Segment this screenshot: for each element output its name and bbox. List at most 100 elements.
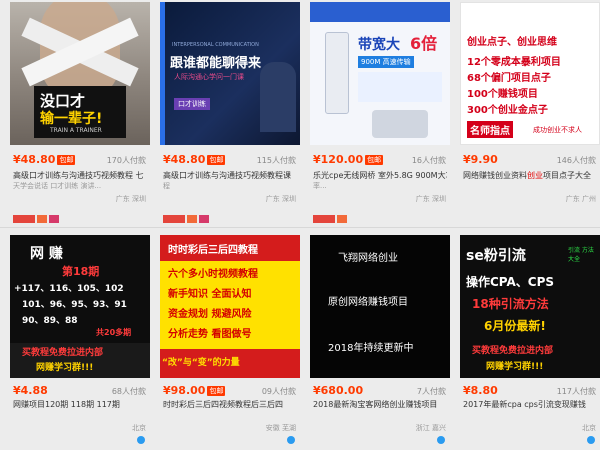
product-card[interactable]: 没口才 输一辈子! TRAIN A TRAINER ¥48.80 包邮 170人付… [10,2,150,223]
wangwang-chat-icon[interactable] [287,436,295,444]
free-shipping-tag: 包邮 [207,386,226,396]
product-price: ¥8.80 [463,384,498,397]
thumb-line: 100个赚钱项目 [467,89,538,100]
seller-location: 安徽 芜湖 [265,424,296,432]
thumb-caption: 网赚学习群!!! [486,362,544,372]
seller-location: 北京 [132,424,146,432]
thumb-line: 300个创业金点子 [467,105,548,116]
row-divider [0,227,600,228]
thumb-subline: 输一辈子! [40,111,103,127]
product-title[interactable]: 网络赚钱创业资料创业项目点子大全 [463,170,597,181]
thumb-headline: 带宽大 [358,37,400,53]
thumb-caption: 口才训练 [174,98,210,110]
thumb-caption: 900M 高速传输 [358,56,414,68]
thumb-headline: 网 赚 [30,246,63,262]
free-shipping-tag: 包邮 [365,155,384,165]
thumb-line: 第18期 [62,265,100,278]
product-card[interactable]: 飞翔网络创业 原创网络赚钱项目 2018年持续更新中 ¥680.00 7人付款 … [310,235,450,450]
product-thumbnail[interactable]: 创业点子、创业思维 12个零成本暴利项目 68个偏门项目点子 100个赚钱项目 … [460,2,600,145]
thumb-line: 原创网络赚钱项目 [328,297,408,308]
product-title-cont[interactable]: 程 [163,181,297,191]
sales-count: 16人付款 [411,156,446,165]
product-title[interactable]: 2017年最新cpa cps引流变现赚钱 [463,399,597,410]
thumb-line: 12个零成本暴利项目 [467,57,561,68]
product-card[interactable]: se粉引流 引流 方法大全 操作CPA、CPS 18种引流方法 6月份最新! 买… [460,235,600,450]
seller-location: 广东 深圳 [265,195,296,203]
thumb-headline: se粉引流 [466,248,526,264]
badge-icon [37,215,47,223]
product-thumbnail[interactable]: 飞翔网络创业 原创网络赚钱项目 2018年持续更新中 [310,235,450,378]
thumb-line: +117、116、105、102 [14,284,124,294]
wangwang-chat-icon[interactable] [437,436,445,444]
thumb-headline: 飞翔网络创业 [338,253,398,264]
thumb-caption: 买教程免费拉进内部 [22,348,104,358]
thumb-caption: 网赚学习群!!! [36,363,94,373]
product-title[interactable]: 乐光cpe无线网桥 室外5.8G 900M大功 [313,170,447,181]
product-title[interactable]: 时时彩后三后四视频教程后三后四 [163,399,297,410]
thumb-subline: 人际沟通心学问一门课 [174,73,244,81]
product-price: ¥680.00 [313,384,364,397]
product-price: ¥120.00 包邮 [313,153,384,166]
seller-location: 广东 广州 [565,195,596,203]
wangwang-chat-icon[interactable] [137,436,145,444]
product-thumbnail[interactable]: se粉引流 引流 方法大全 操作CPA、CPS 18种引流方法 6月份最新! 买… [460,235,600,378]
thumb-line: 操作CPA、CPS [466,275,555,289]
product-title-cont[interactable]: 率... [313,181,447,191]
product-card[interactable]: 网 赚 第18期 +117、116、105、102 101、96、95、93、9… [10,235,150,450]
badge-icon [337,215,347,223]
title-highlight: 创业 [527,171,543,180]
product-card[interactable]: 创业点子、创业思维 12个零成本暴利项目 68个偏门项目点子 100个赚钱项目 … [460,2,600,222]
service-badges [13,208,61,223]
sales-count: 7人付款 [416,387,446,396]
product-thumbnail[interactable]: 时时彩后三后四教程 六个多小时视频教程 新手知识 全面认知 资金规划 规避风险 … [160,235,300,378]
product-price: ¥4.88 [13,384,48,397]
product-card[interactable]: INTERPERSONAL COMMUNICATION 跟谁都能聊得来 人际沟通… [160,2,300,223]
thumb-caption: “改”与“变”的力量 [162,358,240,368]
thumb-caption: TRAIN A TRAINER [50,127,102,134]
seller-location: 浙江 嘉兴 [415,424,446,432]
thumb-line: 68个偏门项目点子 [467,73,551,84]
thumb-headline: 创业点子、创业思维 [467,37,557,48]
product-price: ¥48.80 包邮 [13,153,76,166]
product-title[interactable]: 高级口才训练与沟通技巧视频教程 七 [13,170,147,181]
thumb-line: 101、96、95、93、91 [22,300,127,310]
product-price: ¥48.80 包邮 [163,153,226,166]
thumb-line: 共20多期 [96,328,132,337]
badge-icon [13,215,35,223]
title-text: 项目点子大全 [543,171,591,180]
service-badges [313,208,349,223]
product-thumbnail[interactable]: 没口才 输一辈子! TRAIN A TRAINER [10,2,150,145]
sales-count: 68人付款 [111,387,146,396]
product-card[interactable]: 带宽大 6倍 900M 高速传输 ¥120.00 包邮 16人付款 乐光cpe无线… [310,2,450,223]
product-thumbnail[interactable]: 带宽大 6倍 900M 高速传输 [310,2,450,145]
thumb-tag: 引流 方法大全 [568,247,594,263]
thumb-line: 分析走势 看图做号 [168,329,252,340]
thumb-header: INTERPERSONAL COMMUNICATION [172,42,259,48]
sales-count: 170人付款 [106,156,146,165]
product-grid: 没口才 输一辈子! TRAIN A TRAINER ¥48.80 包邮 170人付… [0,0,600,450]
thumb-line: 6月份最新! [484,319,546,333]
thumb-caption: 买教程免费拉进内部 [472,346,554,356]
free-shipping-tag: 包邮 [57,155,76,165]
product-title[interactable]: 2018最新淘宝客网络创业赚钱项目 [313,399,447,410]
product-card[interactable]: 时时彩后三后四教程 六个多小时视频教程 新手知识 全面认知 资金规划 规避风险 … [160,235,300,450]
wangwang-chat-icon[interactable] [587,436,595,444]
product-price: ¥98.00 包邮 [163,384,226,397]
thumb-headline: 时时彩后三后四教程 [168,245,258,256]
thumb-line: 90、89、88 [22,316,78,326]
thumb-caption: 名师指点 [467,121,513,138]
product-title-cont[interactable]: 天学会说话 口才训练 演讲... [13,181,147,191]
service-badges [163,208,211,223]
title-text: 网络赚钱创业资料 [463,171,527,180]
thumb-line: 新手知识 全面认知 [168,289,252,300]
sales-count: 09人付款 [261,387,296,396]
product-thumbnail[interactable]: INTERPERSONAL COMMUNICATION 跟谁都能聊得来 人际沟通… [160,2,300,145]
thumb-line: 六个多小时视频教程 [168,269,258,280]
product-title[interactable]: 高级口才训练与沟通技巧视频教程课 [163,170,297,181]
thumb-subline: 6倍 [410,34,438,53]
product-thumbnail[interactable]: 网 赚 第18期 +117、116、105、102 101、96、95、93、9… [10,235,150,378]
sales-count: 117人付款 [556,387,596,396]
thumb-caption: 成功创业不求人 [533,126,582,134]
product-title[interactable]: 网赚项目120期 118期 117期 [13,399,147,410]
sales-count: 115人付款 [256,156,296,165]
